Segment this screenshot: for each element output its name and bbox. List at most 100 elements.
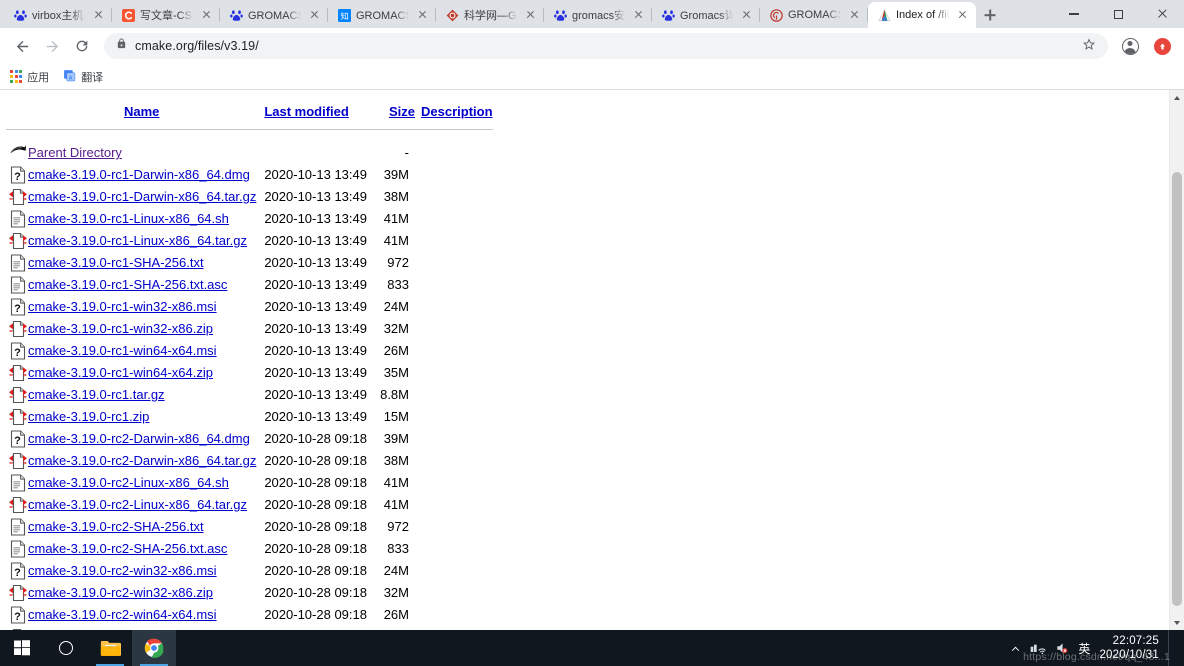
file-link[interactable]: cmake-3.19.0-rc1-win64-x64.zip xyxy=(28,365,213,380)
row-size-cell: 26M xyxy=(383,607,409,623)
browser-tab[interactable]: 写文章-CSDN博 xyxy=(112,2,220,28)
network-icon[interactable] xyxy=(1030,641,1047,655)
browser-tab[interactable]: gromacs安装教 xyxy=(544,2,652,28)
tab-close-icon[interactable] xyxy=(92,8,106,22)
bookmarks-bar: 应用 A 翻译 xyxy=(0,64,1184,90)
baidu-icon xyxy=(229,8,243,22)
file-link[interactable]: cmake-3.19.0-rc1.zip xyxy=(28,409,149,424)
bookmark-apps[interactable]: 应用 xyxy=(10,69,49,85)
update-button[interactable] xyxy=(1148,32,1176,60)
tab-title: Gromacs详细安 xyxy=(680,10,735,22)
clock[interactable]: 22:07:25 2020/10/31 xyxy=(1099,634,1159,663)
bookmark-star-icon[interactable] xyxy=(1082,37,1096,56)
compressed-icon xyxy=(8,582,28,604)
row-icon-cell: ? xyxy=(6,340,28,362)
forward-button[interactable] xyxy=(38,32,66,60)
browser-tab[interactable]: virbox主机共用 xyxy=(4,2,112,28)
row-size-cell: 24M xyxy=(383,299,409,315)
row-icon-cell xyxy=(6,142,28,164)
file-link[interactable]: cmake-3.19.0-rc2-SHA-256.txt.asc xyxy=(28,541,227,556)
header-size[interactable]: Size xyxy=(377,104,415,122)
tab-close-icon[interactable] xyxy=(632,8,646,22)
scroll-up-button[interactable] xyxy=(1170,90,1184,105)
row-icon-cell xyxy=(6,494,28,516)
show-desktop-button[interactable] xyxy=(1168,630,1176,666)
tab-close-icon[interactable] xyxy=(848,8,862,22)
volume-icon[interactable] xyxy=(1055,641,1069,655)
baidu-icon xyxy=(661,8,675,22)
parent-directory-link[interactable]: Parent Directory xyxy=(28,145,122,160)
tray-overflow-button[interactable] xyxy=(1010,643,1021,654)
file-link[interactable]: cmake-3.19.0-rc2-Darwin-x86_64.tar.gz xyxy=(28,453,256,468)
profile-button[interactable] xyxy=(1116,32,1144,60)
file-link[interactable]: cmake-3.19.0-rc2-Linux-x86_64.sh xyxy=(28,475,229,490)
row-size-cell: 833 xyxy=(387,277,409,293)
start-button[interactable] xyxy=(0,630,44,666)
header-description[interactable]: Description xyxy=(415,104,493,122)
minimize-button[interactable] xyxy=(1052,0,1096,28)
browser-tab[interactable]: GROMACS - G xyxy=(760,2,868,28)
file-link[interactable]: cmake-3.19.0-rc1-win64-x64.msi xyxy=(28,343,217,358)
row-modified-cell: 2020-10-28 09:18 xyxy=(264,541,367,557)
browser-tab[interactable]: 知 GROMACS中文 xyxy=(328,2,436,28)
file-link[interactable]: cmake-3.19.0-rc1-win32-x86.msi xyxy=(28,299,217,314)
row-modified-cell: 2020-10-28 09:18 xyxy=(264,519,367,535)
new-tab-button[interactable] xyxy=(976,2,1004,28)
tab-close-icon[interactable] xyxy=(740,8,754,22)
scroll-down-button[interactable] xyxy=(1170,615,1184,630)
tab-close-icon[interactable] xyxy=(416,8,430,22)
address-bar[interactable]: cmake.org/files/v3.19/ xyxy=(104,33,1108,59)
chrome-button[interactable] xyxy=(132,630,176,666)
scrollbar-thumb[interactable] xyxy=(1172,172,1182,606)
file-link[interactable]: cmake-3.19.0-rc2-Darwin-x86_64.dmg xyxy=(28,431,250,446)
row-modified-cell: 2020-10-13 13:49 xyxy=(264,409,367,425)
tab-title: GROMACS - G xyxy=(788,9,843,21)
browser-tab[interactable]: 科学网—GROM xyxy=(436,2,544,28)
row-description-cell xyxy=(415,516,493,538)
row-size-cell: 41M xyxy=(383,497,409,513)
close-window-button[interactable] xyxy=(1140,0,1184,28)
tab-close-icon[interactable] xyxy=(200,8,214,22)
bookmark-translate-label: 翻译 xyxy=(81,71,104,84)
browser-tab[interactable]: GROMACS_百度 xyxy=(220,2,328,28)
row-modified-cell: 2020-10-13 13:49 xyxy=(264,321,367,337)
file-link[interactable]: cmake-3.19.0-rc2-SHA-256.txt xyxy=(28,519,204,534)
file-link[interactable]: cmake-3.19.0-rc1-Darwin-x86_64.tar.gz xyxy=(28,189,256,204)
row-icon-cell xyxy=(6,472,28,494)
tab-close-icon[interactable] xyxy=(308,8,322,22)
browser-tab[interactable]: Index of /files xyxy=(868,2,976,28)
cortana-button[interactable] xyxy=(44,630,88,666)
ime-indicator[interactable]: 英 xyxy=(1078,640,1090,657)
reload-button[interactable] xyxy=(68,32,96,60)
header-last-modified[interactable]: Last modified xyxy=(264,104,377,122)
row-name-cell: cmake-3.19.0-rc2-Darwin-x86_64.dmg xyxy=(28,428,264,450)
file-link[interactable]: cmake-3.19.0-rc1.tar.gz xyxy=(28,387,165,402)
file-link[interactable]: cmake-3.19.0-rc1-SHA-256.txt xyxy=(28,255,204,270)
browser-tab[interactable]: Gromacs详细安 xyxy=(652,2,760,28)
row-modified-cell: 2020-10-28 09:18 xyxy=(264,585,367,601)
file-link[interactable]: cmake-3.19.0-rc2-win32-x86.zip xyxy=(28,585,213,600)
maximize-button[interactable] xyxy=(1096,0,1140,28)
row-name-cell: cmake-3.19.0-rc2-win32-x86.zip xyxy=(28,582,264,604)
row-description-cell xyxy=(415,450,493,472)
table-row: cmake-3.19.0-rc2-Linux-x86_64.tar.gz 2020… xyxy=(6,494,493,516)
table-row: ? cmake-3.19.0-rc1-win32-x86.msi 2020-10-1… xyxy=(6,296,493,318)
table-row: cmake-3.19.0-rc2-win32-x86.zip 2020-10-28… xyxy=(6,582,493,604)
tab-close-icon[interactable] xyxy=(524,8,538,22)
file-link[interactable]: cmake-3.19.0-rc2-win32-x86.msi xyxy=(28,563,217,578)
file-explorer-button[interactable] xyxy=(88,630,132,666)
back-button[interactable] xyxy=(8,32,36,60)
row-icon-cell xyxy=(6,230,28,252)
header-name[interactable]: Name xyxy=(28,104,264,122)
vertical-scrollbar[interactable] xyxy=(1169,90,1184,630)
bookmark-translate[interactable]: A 翻译 xyxy=(63,69,103,85)
file-link[interactable]: cmake-3.19.0-rc1-Linux-x86_64.tar.gz xyxy=(28,233,247,248)
file-link[interactable]: cmake-3.19.0-rc1-Linux-x86_64.sh xyxy=(28,211,229,226)
update-arrow-icon xyxy=(1153,37,1171,55)
tab-close-icon[interactable] xyxy=(956,8,970,22)
file-link[interactable]: cmake-3.19.0-rc1-Darwin-x86_64.dmg xyxy=(28,167,250,182)
file-link[interactable]: cmake-3.19.0-rc2-Linux-x86_64.tar.gz xyxy=(28,497,247,512)
file-link[interactable]: cmake-3.19.0-rc1-SHA-256.txt.asc xyxy=(28,277,227,292)
file-link[interactable]: cmake-3.19.0-rc1-win32-x86.zip xyxy=(28,321,213,336)
file-link[interactable]: cmake-3.19.0-rc2-win64-x64.msi xyxy=(28,607,217,622)
